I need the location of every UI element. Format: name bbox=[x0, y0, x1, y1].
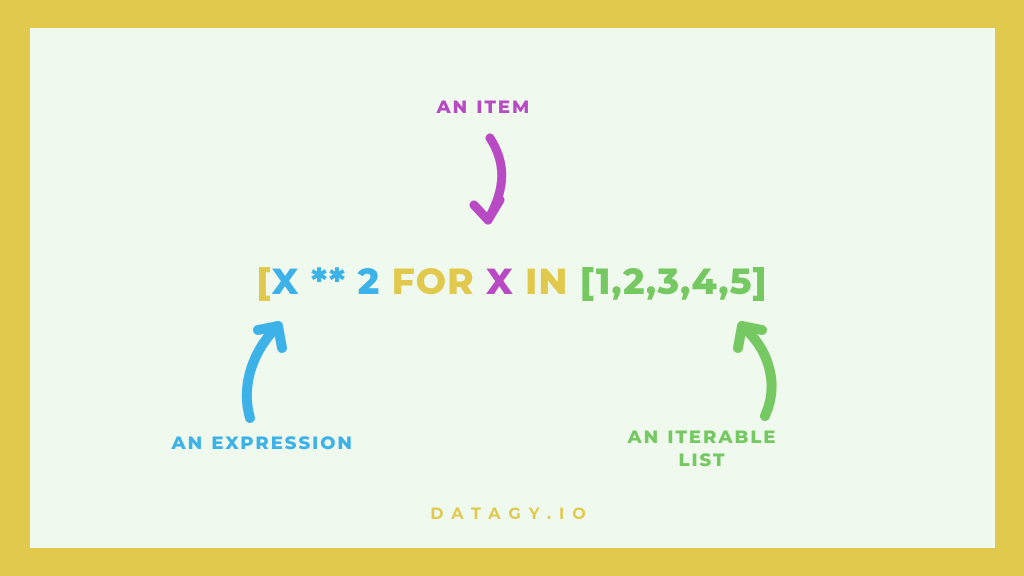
code-iterable: [1,2,3,4,5] bbox=[580, 260, 768, 304]
arrow-iterable-icon bbox=[710, 308, 790, 428]
code-item: X bbox=[486, 260, 525, 304]
arrow-item-icon bbox=[460, 128, 520, 238]
code-expr-op: ** bbox=[311, 260, 358, 304]
diagram-canvas: AN ITEM [X ** 2 FOR X IN [1,2,3,4,5] AN … bbox=[30, 28, 995, 548]
bracket-open: [ bbox=[257, 260, 272, 304]
code-expression: [X ** 2 FOR X IN [1,2,3,4,5] bbox=[30, 260, 995, 304]
code-in: IN bbox=[525, 260, 580, 304]
label-expression: AN EXPRESSION bbox=[172, 432, 354, 454]
code-expr-var: X bbox=[272, 260, 311, 304]
footer-brand: DATAGY.IO bbox=[30, 505, 995, 524]
label-item: AN ITEM bbox=[437, 96, 532, 118]
label-iterable: AN ITERABLELIST bbox=[628, 426, 778, 473]
arrow-expression-icon bbox=[230, 308, 310, 428]
code-expr-val: 2 bbox=[358, 260, 392, 304]
code-for: FOR bbox=[392, 260, 486, 304]
